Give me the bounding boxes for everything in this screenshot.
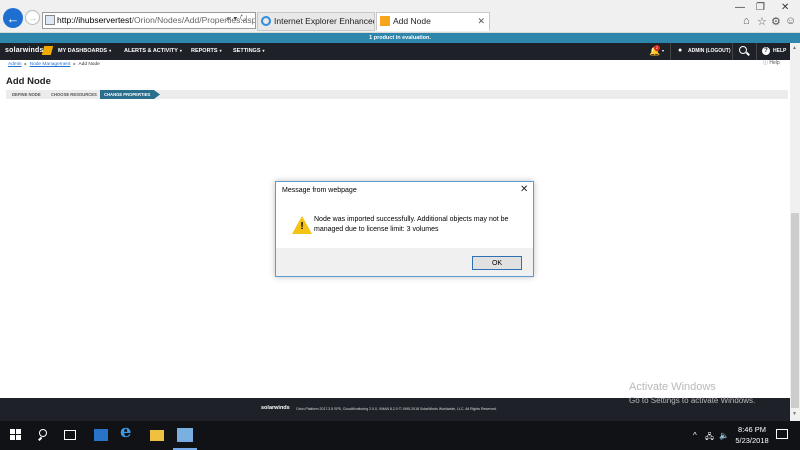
home-icon[interactable]: ⌂ <box>743 15 750 27</box>
running-app-icon[interactable] <box>177 428 193 442</box>
windows-start-icon[interactable] <box>10 429 22 441</box>
breadcrumb-node-management[interactable]: Node Management <box>30 62 71 67</box>
action-center-icon[interactable] <box>776 429 788 439</box>
taskbar-search-icon[interactable] <box>37 428 51 442</box>
breadcrumb-admin[interactable]: Admin <box>8 62 22 67</box>
footer-logo: solarwinds <box>261 405 290 411</box>
smiley-feedback-icon[interactable]: ☺ <box>785 15 796 27</box>
page-title: Add Node <box>6 76 51 87</box>
tab-label: Add Node <box>393 16 431 26</box>
solarwinds-logo[interactable]: solarwinds <box>5 47 44 54</box>
scroll-thumb[interactable] <box>791 213 799 408</box>
clock-date: 5/23/2018 <box>735 436 769 445</box>
tab-label: Internet Explorer Enhanced Sec... <box>274 16 375 26</box>
dialog-title: Message from webpage <box>282 187 357 194</box>
scroll-down-icon[interactable]: ▼ <box>792 411 797 417</box>
clock-time: 8:46 PM <box>738 425 766 434</box>
activate-windows-title: Activate Windows <box>629 381 716 393</box>
nav-my-dashboards[interactable]: MY DASHBOARDS ▾ <box>58 48 111 54</box>
help-link[interactable]: HELP <box>773 48 786 54</box>
address-bar[interactable]: http://ihubservertest/Orion/Nodes/Add/Pr… <box>42 12 256 29</box>
dialog-footer: OK <box>276 248 533 276</box>
admin-logout-link[interactable]: ADMIN (LOGOUT) <box>688 48 731 54</box>
step-define-node: DEFINE NODE <box>12 92 41 97</box>
forward-button[interactable]: → <box>25 10 40 25</box>
minimize-icon[interactable]: — <box>735 2 745 13</box>
browser-chrome: ← → http://ihubservertest/Orion/Nodes/Ad… <box>0 0 800 33</box>
close-tab-icon[interactable]: ✕ <box>477 13 485 30</box>
notification-badge: 2 <box>654 45 660 51</box>
network-icon[interactable]: 🖧 <box>705 431 714 445</box>
restore-icon[interactable]: ❐ <box>756 2 765 13</box>
breadcrumb: Admin ▸ Node Management ▸ Add Node <box>8 61 100 67</box>
task-view-icon[interactable] <box>64 430 76 440</box>
address-search-refresh-icon[interactable]: ⌕ ▾ ↻ <box>226 13 247 24</box>
nav-settings[interactable]: SETTINGS ▾ <box>233 48 265 54</box>
volume-icon[interactable]: 🔈 <box>719 431 729 440</box>
message-dialog: Message from webpage ✕ ! Node was import… <box>275 181 534 277</box>
breadcrumb-current: Add Node <box>78 62 100 67</box>
page-icon <box>45 15 55 25</box>
back-button[interactable]: ← <box>3 8 23 28</box>
address-host: http://ihubservertest <box>57 15 132 25</box>
breadcrumb-arrow-icon: ▸ <box>24 61 27 66</box>
wizard-steps: DEFINE NODE CHOOSE RESOURCES CHANGE PROP… <box>6 90 788 99</box>
solarwinds-tab-icon <box>380 16 390 26</box>
top-nav: solarwinds MY DASHBOARDS ▾ ALERTS & ACTIV… <box>0 43 790 60</box>
nav-divider <box>756 43 757 60</box>
step-change-properties: CHANGE PROPERTIES <box>100 90 160 99</box>
tab-ie-enhanced-security[interactable]: Internet Explorer Enhanced Sec... <box>257 12 375 31</box>
tab-add-node[interactable]: Add Node ✕ <box>376 12 490 31</box>
dialog-close-icon[interactable]: ✕ <box>520 184 528 195</box>
footer-copyright: Orion Platform 2017.3.5 SP5, CloudMonito… <box>296 407 497 411</box>
favorites-icon[interactable]: ☆ <box>757 15 767 28</box>
nav-alerts-activity[interactable]: ALERTS & ACTIVITY ▾ <box>124 48 182 54</box>
page-help-link[interactable]: ⓘ Help <box>763 59 780 66</box>
gear-icon[interactable]: ⚙ <box>771 15 781 28</box>
solarwinds-bird-icon <box>41 46 54 55</box>
evaluation-banner[interactable]: 1 product in evaluation. <box>0 33 800 43</box>
server-manager-icon[interactable] <box>94 429 108 441</box>
nav-divider <box>670 43 671 60</box>
ok-button[interactable]: OK <box>472 256 522 270</box>
taskbar: e ^ 🖧 🔈 8:46 PM 5/23/2018 <box>0 421 800 450</box>
chevron-down-icon[interactable]: ▾ <box>662 48 664 53</box>
file-explorer-icon[interactable] <box>150 430 164 441</box>
internet-explorer-icon[interactable]: e <box>120 423 131 441</box>
scroll-up-icon[interactable]: ▲ <box>792 45 797 51</box>
page-scrollbar[interactable]: ▲ ▼ <box>790 43 800 421</box>
close-window-icon[interactable]: ✕ <box>781 2 789 13</box>
ie-icon <box>261 16 271 26</box>
search-icon[interactable] <box>736 44 752 58</box>
breadcrumb-arrow-icon: ▸ <box>73 61 76 66</box>
nav-divider <box>732 43 733 60</box>
tray-expand-icon[interactable]: ^ <box>693 431 697 440</box>
user-icon: ● <box>678 47 683 54</box>
system-clock[interactable]: 8:46 PM 5/23/2018 <box>734 424 770 446</box>
activate-windows-subtitle: Go to Settings to activate Windows. <box>629 396 756 405</box>
step-choose-resources: CHOOSE RESOURCES <box>51 92 97 97</box>
dialog-message: Node was imported successfully. Addition… <box>314 216 509 233</box>
warning-icon: ! <box>292 216 312 234</box>
help-icon[interactable]: ? <box>762 47 770 55</box>
nav-reports[interactable]: REPORTS ▾ <box>191 48 222 54</box>
